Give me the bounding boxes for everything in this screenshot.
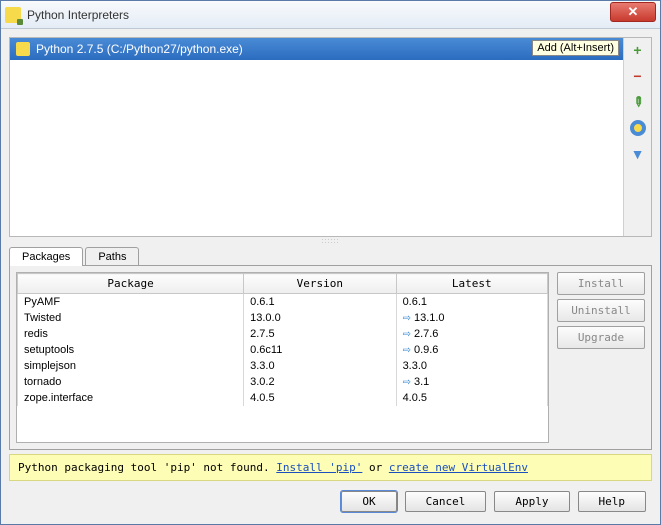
add-interpreter-icon[interactable]: + — [630, 42, 646, 58]
install-button[interactable]: Install — [557, 272, 645, 295]
filter-icon[interactable]: ▼ — [630, 146, 646, 162]
cell-latest: ⇨2.7.6 — [396, 326, 547, 342]
tab-content: Package Version Latest PyAMF0.6.10.6.1Tw… — [9, 265, 652, 450]
cell-version: 4.0.5 — [244, 390, 396, 406]
cell-package: simplejson — [18, 358, 244, 374]
col-version[interactable]: Version — [244, 274, 396, 294]
add-tooltip: Add (Alt+Insert) — [532, 40, 619, 56]
content-area: Python 2.7.5 (C:/Python27/python.exe) Ad… — [1, 29, 660, 524]
table-row[interactable]: PyAMF0.6.10.6.1 — [18, 294, 548, 311]
cell-latest: ⇨13.1.0 — [396, 310, 547, 326]
cell-package: setuptools — [18, 342, 244, 358]
pip-warning-bar: Python packaging tool 'pip' not found. I… — [9, 454, 652, 481]
create-virtualenv-link[interactable]: create new VirtualEnv — [389, 461, 528, 474]
interpreter-label: Python 2.7.5 (C:/Python27/python.exe) — [36, 42, 243, 56]
warning-text: Python packaging tool 'pip' not found. — [18, 461, 276, 474]
update-arrow-icon: ⇨ — [403, 345, 411, 356]
pycharm-icon — [5, 7, 21, 23]
splitter-handle[interactable]: :::::: — [9, 237, 652, 245]
close-button[interactable]: ✕ — [610, 2, 656, 22]
cell-package: zope.interface — [18, 390, 244, 406]
help-button[interactable]: Help — [578, 491, 647, 512]
tab-packages[interactable]: Packages — [9, 247, 83, 266]
dialog-buttons: OK Cancel Apply Help — [9, 481, 652, 516]
window-title: Python Interpreters — [27, 8, 610, 22]
edit-interpreter-icon[interactable]: ✎ — [626, 91, 649, 114]
uninstall-button[interactable]: Uninstall — [557, 299, 645, 322]
update-arrow-icon: ⇨ — [403, 329, 411, 340]
interpreters-panel: Python 2.7.5 (C:/Python27/python.exe) Ad… — [9, 37, 652, 237]
packages-table-wrap: Package Version Latest PyAMF0.6.10.6.1Tw… — [16, 272, 549, 443]
tab-paths[interactable]: Paths — [85, 247, 139, 266]
cell-version: 2.7.5 — [244, 326, 396, 342]
cell-version: 3.0.2 — [244, 374, 396, 390]
update-arrow-icon: ⇨ — [403, 313, 411, 324]
table-row[interactable]: tornado3.0.2⇨3.1 — [18, 374, 548, 390]
ok-button[interactable]: OK — [341, 491, 396, 512]
upgrade-button[interactable]: Upgrade — [557, 326, 645, 349]
tabs-bar: Packages Paths — [9, 247, 652, 266]
table-row[interactable]: redis2.7.5⇨2.7.6 — [18, 326, 548, 342]
install-pip-link[interactable]: Install 'pip' — [276, 461, 362, 474]
cell-latest: ⇨3.1 — [396, 374, 547, 390]
dialog-window: Python Interpreters ✕ Python 2.7.5 (C:/P… — [0, 0, 661, 525]
cell-package: redis — [18, 326, 244, 342]
packages-table: Package Version Latest PyAMF0.6.10.6.1Tw… — [17, 273, 548, 406]
cell-package: Twisted — [18, 310, 244, 326]
table-row[interactable]: zope.interface4.0.54.0.5 — [18, 390, 548, 406]
col-package[interactable]: Package — [18, 274, 244, 294]
cell-version: 0.6c11 — [244, 342, 396, 358]
table-row[interactable]: setuptools0.6c11⇨0.9.6 — [18, 342, 548, 358]
interpreters-list[interactable]: Python 2.7.5 (C:/Python27/python.exe) — [10, 38, 623, 236]
cell-package: tornado — [18, 374, 244, 390]
col-latest[interactable]: Latest — [396, 274, 547, 294]
cell-version: 0.6.1 — [244, 294, 396, 311]
python-icon — [16, 42, 30, 56]
cell-latest: 4.0.5 — [396, 390, 547, 406]
cell-latest: 0.6.1 — [396, 294, 547, 311]
table-row[interactable]: simplejson3.3.03.3.0 — [18, 358, 548, 374]
cell-version: 13.0.0 — [244, 310, 396, 326]
package-action-buttons: Install Uninstall Upgrade — [557, 272, 645, 443]
apply-button[interactable]: Apply — [494, 491, 569, 512]
warning-or: or — [362, 461, 389, 474]
cancel-button[interactable]: Cancel — [405, 491, 487, 512]
update-arrow-icon: ⇨ — [403, 377, 411, 388]
titlebar[interactable]: Python Interpreters ✕ — [1, 1, 660, 29]
python-env-icon[interactable] — [630, 120, 646, 136]
table-row[interactable]: Twisted13.0.0⇨13.1.0 — [18, 310, 548, 326]
remove-interpreter-icon[interactable]: − — [630, 68, 646, 84]
cell-version: 3.3.0 — [244, 358, 396, 374]
interpreter-toolbar: + − ✎ ▼ — [623, 38, 651, 236]
cell-latest: ⇨0.9.6 — [396, 342, 547, 358]
interpreter-row[interactable]: Python 2.7.5 (C:/Python27/python.exe) — [10, 38, 623, 60]
cell-latest: 3.3.0 — [396, 358, 547, 374]
cell-package: PyAMF — [18, 294, 244, 311]
